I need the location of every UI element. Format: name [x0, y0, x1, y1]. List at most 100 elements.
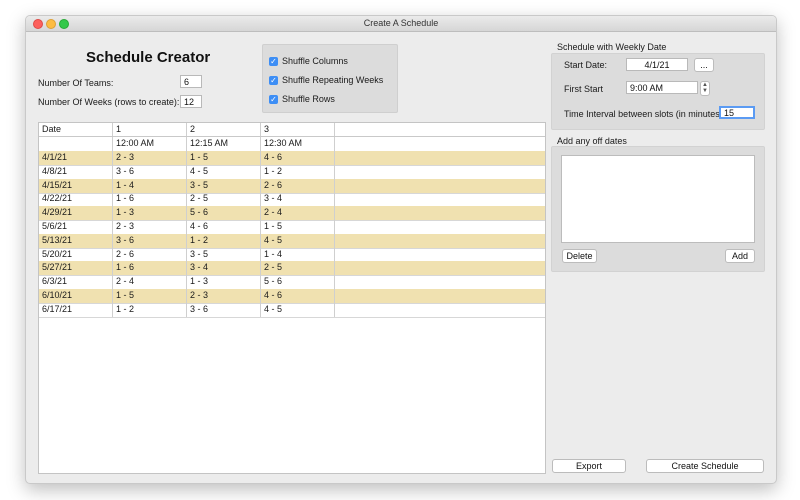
table-cell: 1 - 3: [113, 206, 187, 221]
table-row[interactable]: 6/17/21 1 - 23 - 64 - 5: [39, 302, 545, 318]
checkmark-icon[interactable]: ✓: [269, 75, 278, 85]
start-date-input[interactable]: 4/1/21: [626, 58, 688, 71]
table-row[interactable]: 5/27/21 1 - 63 - 42 - 5: [39, 261, 545, 277]
table-cell: 5 - 6: [261, 275, 335, 290]
table-cell: 4/22/21: [39, 192, 113, 207]
table-cell: 4/1/21: [39, 151, 113, 165]
shuffle-rows-option[interactable]: ✓ Shuffle Rows: [269, 93, 335, 105]
table-cell: 5 - 6: [187, 206, 261, 221]
table-cell: 2 - 6: [261, 178, 335, 193]
table-cell: 5/27/21: [39, 261, 113, 276]
table-cell: 2 - 4: [113, 275, 187, 290]
table-cell: 6/3/21: [39, 275, 113, 290]
column-header-date[interactable]: Date: [39, 123, 113, 136]
checkmark-icon[interactable]: ✓: [269, 94, 278, 104]
column-header-1[interactable]: 1: [113, 123, 187, 136]
shuffle-repeating-weeks-label: Shuffle Repeating Weeks: [282, 75, 384, 85]
off-dates-panel: Delete Add: [551, 146, 765, 272]
table-row[interactable]: 4/22/21 1 - 62 - 53 - 4: [39, 192, 545, 208]
table-cell: 4/29/21: [39, 206, 113, 221]
export-button[interactable]: Export: [552, 459, 626, 473]
table-cell: 3 - 6: [113, 164, 187, 179]
column-header-2[interactable]: 2: [187, 123, 261, 136]
first-start-label: First Start: [564, 84, 604, 94]
table-cell: 1 - 4: [261, 247, 335, 262]
window-title: Create A Schedule: [363, 18, 439, 28]
table-cell: 3 - 4: [187, 261, 261, 276]
table-cell: 4 - 5: [261, 233, 335, 248]
table-row[interactable]: 5/20/21 2 - 63 - 51 - 4: [39, 247, 545, 263]
page-title: Schedule Creator: [86, 49, 211, 66]
shuffle-columns-option[interactable]: ✓ Shuffle Columns: [269, 55, 348, 67]
weekly-date-panel: Start Date: 4/1/21 ... First Start 9:00 …: [551, 53, 765, 130]
table-row[interactable]: 5/6/21 2 - 34 - 61 - 5: [39, 220, 545, 235]
table-cell: 4 - 5: [187, 164, 261, 179]
teams-label: Number Of Teams:: [38, 78, 114, 88]
table-cell: 1 - 4: [113, 178, 187, 193]
table-cell: 4 - 6: [187, 220, 261, 234]
time-stepper[interactable]: ▲ ▼: [700, 81, 710, 96]
table-cell: 2 - 3: [113, 220, 187, 234]
first-start-input[interactable]: 9:00 AM: [626, 81, 698, 94]
table-cell: 2 - 4: [261, 206, 335, 221]
weeks-input[interactable]: 12: [180, 95, 202, 108]
shuffle-options-panel: ✓ Shuffle Columns ✓ Shuffle Repeating We…: [262, 44, 398, 113]
table-cell: 1 - 5: [187, 151, 261, 165]
shuffle-columns-label: Shuffle Columns: [282, 56, 348, 66]
interval-input[interactable]: 15: [719, 106, 755, 119]
table-cell: 1 - 6: [113, 192, 187, 207]
weekly-section-title: Schedule with Weekly Date: [557, 42, 667, 52]
title-bar: Create A Schedule: [26, 16, 776, 32]
column-header-3[interactable]: 3: [261, 123, 335, 136]
shuffle-repeating-weeks-option[interactable]: ✓ Shuffle Repeating Weeks: [269, 74, 383, 86]
add-button[interactable]: Add: [725, 249, 755, 263]
create-schedule-button[interactable]: Create Schedule: [646, 459, 764, 473]
off-dates-section-title: Add any off dates: [557, 136, 627, 146]
table-cell: 1 - 5: [113, 289, 187, 303]
table-cell: 3 - 6: [113, 233, 187, 248]
table-cell: 1 - 6: [113, 261, 187, 276]
off-dates-list[interactable]: [561, 155, 755, 243]
table-cell: 4/15/21: [39, 178, 113, 193]
main-window: Create A Schedule Schedule Creator Numbe…: [25, 15, 777, 484]
start-date-label: Start Date:: [564, 60, 608, 70]
table-row[interactable]: 5/13/21 3 - 61 - 24 - 5: [39, 233, 545, 249]
table-cell: 6/17/21: [39, 302, 113, 317]
table-cell: 3 - 5: [187, 178, 261, 193]
weeks-label: Number Of Weeks (rows to create):: [38, 97, 180, 107]
table-cell: 1 - 2: [187, 233, 261, 248]
teams-input[interactable]: 6: [180, 75, 202, 88]
table-cell: 4 - 6: [261, 289, 335, 303]
table-row[interactable]: 4/15/21 1 - 43 - 52 - 6: [39, 178, 545, 194]
table-cell: 5/6/21: [39, 220, 113, 234]
delete-button[interactable]: Delete: [562, 249, 597, 263]
table-cell: 6/10/21: [39, 289, 113, 303]
table-row[interactable]: 4/29/21 1 - 35 - 62 - 4: [39, 206, 545, 222]
interval-label: Time Interval between slots (in minutes)…: [564, 109, 726, 119]
table-cell: 3 - 5: [187, 247, 261, 262]
table-header: Date 1 2 3: [39, 123, 545, 137]
table-cell: 1 - 2: [261, 164, 335, 179]
table-row[interactable]: 6/3/21 2 - 41 - 35 - 6: [39, 275, 545, 291]
table-cell: 4 - 5: [261, 302, 335, 317]
table-row[interactable]: 6/10/21 1 - 52 - 34 - 6: [39, 289, 545, 304]
table-row[interactable]: 4/1/21 2 - 31 - 54 - 6: [39, 151, 545, 166]
table-cell: 5/20/21: [39, 247, 113, 262]
table-cell: 2 - 5: [187, 192, 261, 207]
date-picker-button[interactable]: ...: [694, 58, 714, 72]
schedule-table[interactable]: Date 1 2 3 12:00 AM 12:15 AM 12:30 AM 4/…: [38, 122, 546, 474]
table-cell: 2 - 3: [113, 151, 187, 165]
table-cell: 1 - 3: [187, 275, 261, 290]
checkmark-icon[interactable]: ✓: [269, 56, 278, 66]
table-cell: 12:30 AM: [261, 137, 335, 151]
time-row[interactable]: 12:00 AM 12:15 AM 12:30 AM: [39, 137, 545, 152]
table-cell: 4/8/21: [39, 164, 113, 179]
table-cell: 2 - 5: [261, 261, 335, 276]
table-cell: 2 - 3: [187, 289, 261, 303]
table-cell: 2 - 6: [113, 247, 187, 262]
table-cell: 3 - 6: [187, 302, 261, 317]
table-cell: 12:00 AM: [113, 137, 187, 151]
table-cell: 1 - 5: [261, 220, 335, 234]
table-row[interactable]: 4/8/21 3 - 64 - 51 - 2: [39, 164, 545, 180]
shuffle-rows-label: Shuffle Rows: [282, 94, 335, 104]
